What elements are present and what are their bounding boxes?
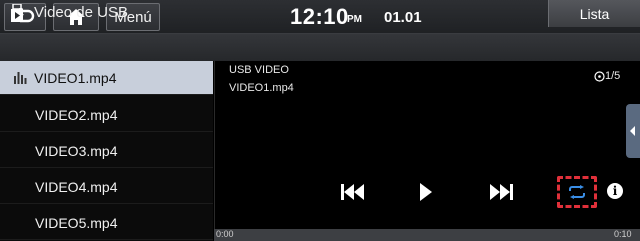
play-button[interactable] [412,178,440,206]
previous-track-icon [341,184,364,200]
total-time: 0:10 [614,229,632,239]
repeat-icon [569,185,585,199]
list-item[interactable]: VIDEO4.mp4 [0,170,213,204]
equalizer-icon [14,71,27,84]
file-name: VIDEO3.mp4 [35,142,118,159]
list-button[interactable]: Lista [548,0,640,27]
previous-button[interactable] [336,178,370,206]
date: 01.01 [384,9,422,26]
file-name: VIDEO4.mp4 [35,178,118,195]
info-button[interactable]: i [607,183,623,199]
folder-count-icon [594,70,605,82]
clock-time: 12:10 [290,4,349,29]
file-list: VIDEO1.mp4 VIDEO2.mp4 VIDEO3.mp4 VIDEO4.… [0,61,213,241]
title-bar [0,34,640,61]
progress-bar[interactable] [214,229,640,241]
elapsed-time: 0:00 [216,229,234,239]
list-item[interactable]: VIDEO5.mp4 [0,206,213,240]
chevron-left-icon [630,126,635,136]
clock-ampm: PM [347,14,362,25]
source-label: USB VIDEO [229,64,289,76]
usb-icon [11,4,23,22]
page-title: Video de USB [34,4,128,21]
side-panel-handle[interactable] [626,104,640,158]
track-count-text: 1/5 [605,70,621,82]
info-icon: i [612,184,618,198]
file-name: VIDEO2.mp4 [35,106,118,123]
next-track-icon [490,184,513,200]
list-item[interactable]: VIDEO2.mp4 [0,98,213,132]
file-name: VIDEO1.mp4 [34,69,117,86]
current-file-label: VIDEO1.mp4 [229,82,294,94]
file-name: VIDEO5.mp4 [35,214,118,231]
next-button[interactable] [484,178,518,206]
list-item[interactable]: VIDEO1.mp4 [0,61,213,95]
list-item[interactable]: VIDEO3.mp4 [0,134,213,168]
repeat-button[interactable] [557,176,597,208]
play-icon [420,183,432,201]
track-count: 1/5 [594,70,620,82]
